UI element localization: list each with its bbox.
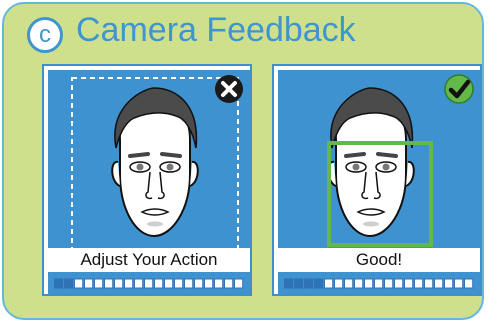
progress-segment-empty [124,278,134,289]
progress-segment-empty [234,278,244,289]
progress-segment-empty [444,278,454,289]
progress-segment-filled [304,278,314,289]
header: c Camera Feedback [4,4,486,54]
progress-segment-empty [204,278,214,289]
page-title: Camera Feedback [76,11,356,49]
camera-feedback-card: c Camera Feedback Adjust Your Action Goo… [2,2,484,320]
feedback-caption: Adjust Your Action [48,248,250,272]
progress-segment-empty [174,278,184,289]
progress-bar [284,278,474,289]
checkmark-icon [444,74,474,104]
progress-bar [54,278,244,289]
progress-segment-empty [184,278,194,289]
feedback-panel-adjust: Adjust Your Action [42,64,252,296]
progress-segment-empty [214,278,224,289]
progress-segment-empty [324,278,334,289]
progress-segment-empty [94,278,104,289]
progress-segment-empty [164,278,174,289]
progress-segment-empty [84,278,94,289]
progress-segment-empty [454,278,464,289]
section-badge: c [27,17,63,53]
progress-segment-empty [434,278,444,289]
progress-segment-empty [354,278,364,289]
close-icon [215,75,243,103]
progress-segment-empty [104,278,114,289]
progress-segment-empty [194,278,204,289]
progress-segment-empty [384,278,394,289]
progress-segment-empty [364,278,374,289]
progress-segment-empty [224,278,234,289]
progress-segment-empty [414,278,424,289]
progress-segment-empty [404,278,414,289]
progress-segment-empty [464,278,474,289]
progress-segment-empty [74,278,84,289]
progress-segment-filled [54,278,64,289]
progress-segment-empty [374,278,384,289]
feedback-caption: Good! [278,248,480,272]
progress-segment-empty [394,278,404,289]
progress-segment-empty [424,278,434,289]
progress-segment-empty [334,278,344,289]
feedback-panel-good: Good! [272,64,482,296]
progress-segment-filled [64,278,74,289]
progress-segment-empty [344,278,354,289]
progress-segment-filled [294,278,304,289]
progress-segment-empty [114,278,124,289]
progress-segment-empty [144,278,154,289]
progress-segment-filled [284,278,294,289]
progress-segment-empty [154,278,164,289]
section-badge-letter: c [39,21,51,48]
progress-segment-filled [314,278,324,289]
progress-segment-empty [134,278,144,289]
